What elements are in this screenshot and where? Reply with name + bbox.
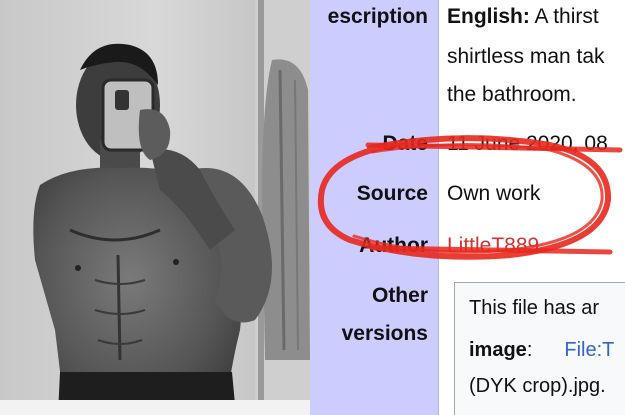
description-line-2: shirtless man tak (447, 45, 605, 68)
author-link[interactable]: LittleT889 (447, 229, 539, 263)
description-line-3: the bathroom. (447, 83, 577, 106)
other-versions-image-row: image: File:T (469, 339, 614, 362)
description-value: English: A thirst (447, 0, 599, 34)
shirtless-man-photo (0, 0, 310, 415)
image-colon: : (526, 339, 533, 361)
other-versions-label-2: versions (341, 322, 428, 345)
description-text: A thirst (529, 5, 599, 28)
date-value: 11 June 2020, 08 (447, 132, 608, 155)
image-label: image (469, 339, 527, 361)
other-versions-box: This file has ar image: File:T (DYK crop)… (454, 282, 625, 415)
language-label: English: (447, 5, 530, 28)
other-versions-text: This file has ar (469, 297, 600, 319)
description-label: escription (327, 5, 428, 28)
file-link-continued[interactable]: (DYK crop).jpg. (469, 375, 606, 398)
source-label: Source (356, 182, 428, 205)
source-value: Own work (447, 182, 541, 205)
photo-panel (0, 0, 310, 415)
date-label: Date (382, 132, 428, 155)
file-link[interactable]: File:T (564, 339, 614, 361)
other-versions-label-1: Other (371, 284, 428, 307)
label-column: escription Date Source Author Other vers… (310, 0, 438, 415)
file-info-table: escription Date Source Author Other vers… (310, 0, 625, 415)
author-label: Author (359, 234, 428, 257)
